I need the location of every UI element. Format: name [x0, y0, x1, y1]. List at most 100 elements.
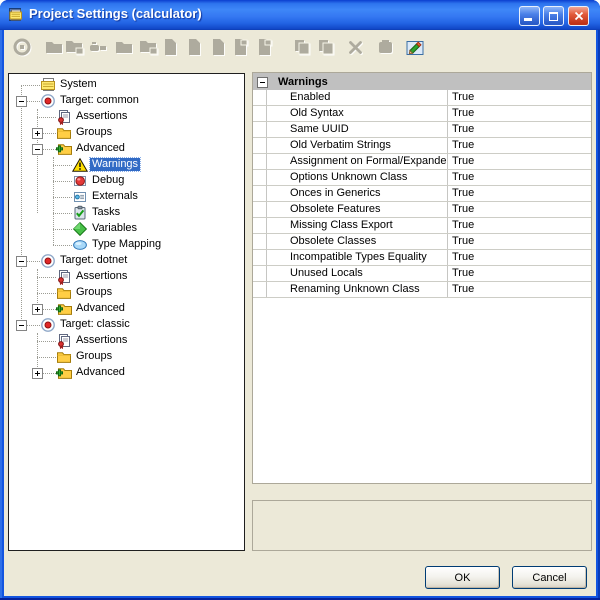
- tree-item-label: Externals: [90, 190, 140, 203]
- collapse-icon[interactable]: [32, 144, 43, 155]
- page-badge-icon-2: [254, 37, 274, 57]
- minimize-button[interactable]: [519, 6, 540, 26]
- tree-item-groups[interactable]: Groups: [9, 285, 244, 301]
- property-name[interactable]: Enabled: [267, 90, 447, 105]
- property-value[interactable]: True: [447, 122, 591, 137]
- property-name[interactable]: Old Syntax: [267, 106, 447, 121]
- row-indent: [253, 250, 267, 265]
- property-value[interactable]: True: [447, 106, 591, 121]
- property-row[interactable]: Missing Class ExportTrue: [253, 218, 591, 234]
- tree-item-groups[interactable]: Groups: [9, 349, 244, 365]
- expand-icon[interactable]: [32, 304, 43, 315]
- record-icon: [12, 37, 32, 57]
- property-name[interactable]: Assignment on Formal/Expanded: [267, 154, 447, 169]
- tree-item-advanced[interactable]: Advanced: [9, 365, 244, 381]
- expand-icon[interactable]: [32, 368, 43, 379]
- tree-item-target-dotnet[interactable]: Target: dotnet: [9, 253, 244, 269]
- property-name[interactable]: Renaming Unknown Class: [267, 282, 447, 297]
- tree-item-assertions[interactable]: Assertions: [9, 109, 244, 125]
- row-indent: [253, 266, 267, 281]
- property-row[interactable]: Assignment on Formal/ExpandedTrue: [253, 154, 591, 170]
- collapse-icon[interactable]: [16, 96, 27, 107]
- collapse-icon[interactable]: [16, 320, 27, 331]
- close-button[interactable]: [568, 6, 589, 26]
- property-row[interactable]: Incompatible Types EqualityTrue: [253, 250, 591, 266]
- settings-tree[interactable]: SystemTarget: commonAssertionsGroupsAdva…: [8, 73, 245, 551]
- tree-item-target-classic[interactable]: Target: classic: [9, 317, 244, 333]
- expand-icon[interactable]: [32, 128, 43, 139]
- property-value[interactable]: True: [447, 282, 591, 297]
- category-collapse-icon[interactable]: [257, 77, 268, 88]
- tree-connector: [53, 165, 72, 166]
- variables-icon: [72, 221, 88, 237]
- row-indent: [253, 186, 267, 201]
- category-row[interactable]: Warnings: [253, 73, 591, 90]
- property-row[interactable]: Obsolete ClassesTrue: [253, 234, 591, 250]
- property-value[interactable]: True: [447, 186, 591, 201]
- splitter[interactable]: [245, 73, 252, 551]
- row-indent: [253, 106, 267, 121]
- property-row[interactable]: Unused LocalsTrue: [253, 266, 591, 282]
- property-value[interactable]: True: [447, 154, 591, 169]
- property-name[interactable]: Obsolete Classes: [267, 234, 447, 249]
- property-value[interactable]: True: [447, 266, 591, 281]
- collapse-icon[interactable]: [16, 256, 27, 267]
- property-row[interactable]: Onces in GenericsTrue: [253, 186, 591, 202]
- copy-icon-1: [292, 37, 312, 57]
- property-row[interactable]: Obsolete FeaturesTrue: [253, 202, 591, 218]
- property-value[interactable]: True: [447, 90, 591, 105]
- tree-connector: [37, 277, 56, 278]
- property-name[interactable]: Same UUID: [267, 122, 447, 137]
- property-value[interactable]: True: [447, 170, 591, 185]
- tree-item-variables[interactable]: Variables: [9, 221, 244, 237]
- tree-item-debug[interactable]: Debug: [9, 173, 244, 189]
- tree-item-target-common[interactable]: Target: common: [9, 93, 244, 109]
- tree-item-assertions[interactable]: Assertions: [9, 333, 244, 349]
- property-name[interactable]: Incompatible Types Equality: [267, 250, 447, 265]
- edit-pencil-icon[interactable]: [406, 37, 426, 57]
- tree-item-advanced[interactable]: Advanced: [9, 301, 244, 317]
- property-name[interactable]: Onces in Generics: [267, 186, 447, 201]
- tree-item-label: Warnings: [90, 158, 140, 171]
- property-row[interactable]: Renaming Unknown ClassTrue: [253, 282, 591, 298]
- property-row[interactable]: EnabledTrue: [253, 90, 591, 106]
- tree-item-advanced[interactable]: Advanced: [9, 141, 244, 157]
- page-badge-icon-1: [230, 37, 250, 57]
- cancel-button[interactable]: Cancel: [512, 566, 587, 589]
- row-indent: [253, 154, 267, 169]
- tree-connector: [53, 229, 72, 230]
- tree-item-assertions[interactable]: Assertions: [9, 269, 244, 285]
- advanced-folder-icon: [56, 141, 72, 157]
- property-name[interactable]: Obsolete Features: [267, 202, 447, 217]
- property-value[interactable]: True: [447, 202, 591, 217]
- window-title: Project Settings (calculator): [29, 6, 202, 21]
- property-grid[interactable]: Warnings EnabledTrueOld SyntaxTrueSame U…: [252, 72, 592, 484]
- property-name[interactable]: Options Unknown Class: [267, 170, 447, 185]
- property-value[interactable]: True: [447, 234, 591, 249]
- maximize-button[interactable]: [543, 6, 564, 26]
- tree-item-label: Target: dotnet: [58, 254, 129, 267]
- property-row[interactable]: Same UUIDTrue: [253, 122, 591, 138]
- tree-item-groups[interactable]: Groups: [9, 125, 244, 141]
- tree-connector: [53, 197, 72, 198]
- property-value[interactable]: True: [447, 218, 591, 233]
- property-row[interactable]: Options Unknown ClassTrue: [253, 170, 591, 186]
- property-name[interactable]: Missing Class Export: [267, 218, 447, 233]
- tree-item-tasks[interactable]: Tasks: [9, 205, 244, 221]
- property-row[interactable]: Old Verbatim StringsTrue: [253, 138, 591, 154]
- tree-item-label: Advanced: [74, 366, 127, 379]
- category-label: Warnings: [278, 76, 328, 88]
- tree-item-system[interactable]: System: [9, 77, 244, 93]
- property-value[interactable]: True: [447, 250, 591, 265]
- title-bar[interactable]: Project Settings (calculator): [0, 0, 600, 30]
- tree-connector: [37, 341, 56, 342]
- tree-item-externals[interactable]: Externals: [9, 189, 244, 205]
- ok-button[interactable]: OK: [425, 566, 500, 589]
- property-row[interactable]: Old SyntaxTrue: [253, 106, 591, 122]
- property-name[interactable]: Old Verbatim Strings: [267, 138, 447, 153]
- tree-item-type-mapping[interactable]: Type Mapping: [9, 237, 244, 253]
- tree-item-warnings[interactable]: Warnings: [9, 157, 244, 173]
- property-value[interactable]: True: [447, 138, 591, 153]
- description-panel: [252, 500, 592, 551]
- property-name[interactable]: Unused Locals: [267, 266, 447, 281]
